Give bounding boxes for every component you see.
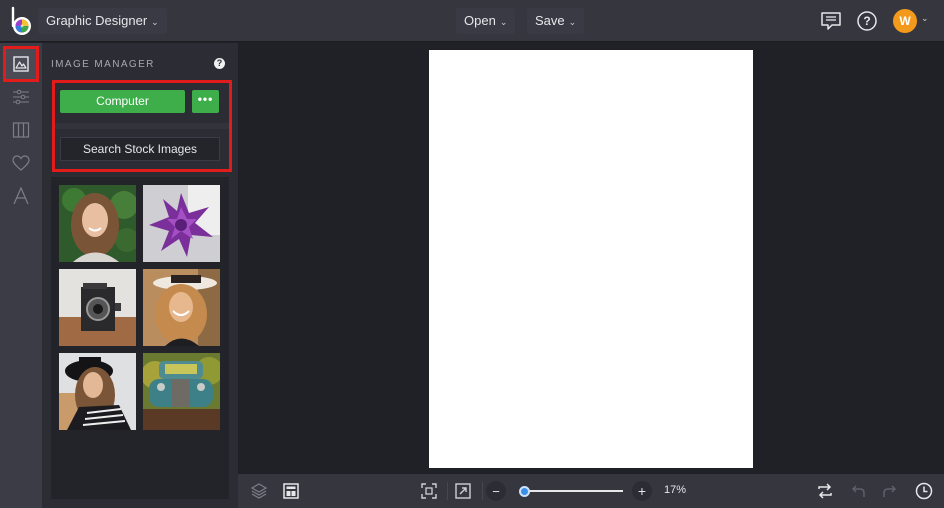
top-bar: Graphic Designer ⌄ Open ⌄ Save ⌄ ? W ⌄	[0, 0, 944, 42]
expand-icon[interactable]	[454, 482, 472, 500]
user-avatar[interactable]: W	[893, 9, 917, 33]
sliders-icon	[13, 89, 29, 105]
bottom-toolbar: − + 17%	[238, 474, 944, 508]
save-menu-label: Save	[535, 13, 565, 28]
rail-item-layouts[interactable]	[4, 113, 38, 147]
fit-screen-icon[interactable]	[420, 482, 438, 500]
layers-icon[interactable]	[250, 482, 268, 500]
app-selector-label: Graphic Designer	[46, 13, 148, 28]
plus-icon: +	[637, 483, 647, 499]
chevron-down-icon: ⌄	[499, 17, 508, 27]
search-stock-images-button[interactable]: Search Stock Images	[60, 137, 220, 161]
thumbnail-vintage-camera[interactable]	[59, 269, 136, 346]
thumbnail-purple-flower[interactable]	[143, 185, 220, 262]
zoom-level: 17%	[664, 484, 687, 496]
zoom-slider-handle[interactable]	[518, 486, 530, 497]
rail-item-image-manager[interactable]	[3, 46, 39, 82]
zoom-out-button[interactable]: −	[486, 481, 506, 501]
redo-icon[interactable]	[881, 482, 899, 500]
rail-item-text[interactable]	[4, 179, 38, 213]
rail-item-graphics[interactable]	[4, 146, 38, 180]
divider	[447, 482, 448, 500]
open-menu-label: Open	[464, 13, 496, 28]
heart-icon	[12, 155, 30, 171]
swap-icon[interactable]	[816, 482, 834, 500]
thumbnail-woman-black-hat[interactable]	[59, 353, 136, 430]
chevron-down-icon: ⌄	[151, 17, 159, 27]
computer-upload-button[interactable]: Computer	[60, 90, 185, 113]
image-manager-panel: IMAGE MANAGER ? Computer ••• Search Stoc…	[42, 43, 238, 508]
chevron-down-icon: ⌄	[568, 17, 577, 27]
design-page[interactable]	[429, 50, 753, 468]
thumbnail-vintage-truck[interactable]	[143, 353, 220, 430]
chat-icon[interactable]	[820, 10, 842, 32]
help-icon[interactable]: ?	[856, 10, 878, 32]
layout-icon[interactable]	[282, 482, 300, 500]
tool-rail	[0, 43, 42, 508]
divider	[55, 123, 229, 129]
svg-text:?: ?	[863, 14, 870, 28]
text-icon	[13, 187, 29, 205]
minus-icon: −	[492, 483, 500, 499]
help-icon[interactable]: ?	[214, 58, 225, 69]
thumbnail-woman-portrait[interactable]	[59, 185, 136, 262]
thumbnail-woman-in-hat[interactable]	[143, 269, 220, 346]
panel-title: IMAGE MANAGER	[51, 59, 155, 70]
more-sources-button[interactable]: •••	[192, 90, 219, 113]
image-icon	[13, 56, 29, 72]
zoom-in-button[interactable]: +	[632, 481, 652, 501]
chevron-down-icon[interactable]: ⌄	[921, 13, 929, 24]
open-menu[interactable]: Open ⌄	[456, 8, 516, 34]
columns-icon	[12, 122, 30, 138]
undo-icon[interactable]	[849, 482, 867, 500]
save-menu[interactable]: Save ⌄	[527, 8, 585, 34]
zoom-slider-track[interactable]	[523, 490, 623, 492]
rail-item-adjust[interactable]	[4, 80, 38, 114]
image-gallery	[51, 177, 229, 499]
app-selector[interactable]: Graphic Designer ⌄	[38, 8, 167, 34]
befunky-logo-icon[interactable]	[10, 6, 34, 36]
divider	[482, 482, 483, 500]
history-icon[interactable]	[915, 482, 933, 500]
